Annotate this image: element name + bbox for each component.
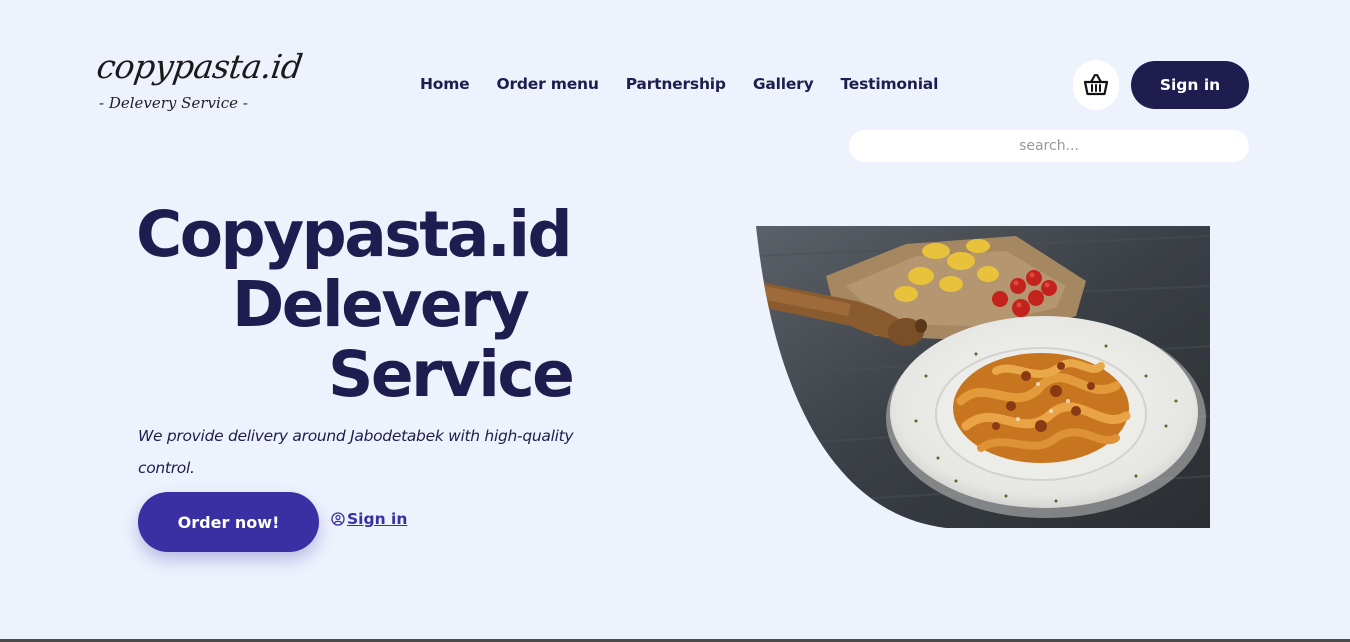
- nav-testimonial[interactable]: Testimonial: [840, 73, 938, 95]
- hero-title-line3: Service: [328, 338, 575, 411]
- nav-order-menu[interactable]: Order menu: [496, 73, 598, 95]
- basket-icon: [1083, 73, 1109, 96]
- pasta-dish-image: [756, 226, 1210, 528]
- signin-link[interactable]: Sign in: [331, 510, 407, 528]
- hero-title-line1: Copypasta.id: [136, 198, 573, 271]
- logo-subtitle: - Delevery Service -: [99, 94, 248, 112]
- user-circle-icon: [331, 512, 345, 526]
- search-input[interactable]: [849, 130, 1249, 162]
- nav-home[interactable]: Home: [420, 73, 470, 95]
- logo[interactable]: copypasta.id - Delevery Service -: [94, 46, 305, 112]
- logo-title: copypasta.id: [94, 47, 305, 86]
- hero-title-line2: Delevery: [232, 268, 530, 341]
- nav-partnership[interactable]: Partnership: [626, 73, 726, 95]
- main-nav: Home Order menu Partnership Gallery Test…: [420, 73, 938, 95]
- nav-gallery[interactable]: Gallery: [753, 73, 814, 95]
- hero-title: Copypasta.id Delevery Service: [136, 200, 606, 410]
- hero-description: We provide delivery around Jabodetabek w…: [138, 427, 574, 477]
- cart-button[interactable]: [1073, 60, 1119, 110]
- order-now-button[interactable]: Order now!: [138, 492, 319, 552]
- signin-link-label: Sign in: [347, 510, 408, 528]
- signin-button[interactable]: Sign in: [1131, 61, 1249, 109]
